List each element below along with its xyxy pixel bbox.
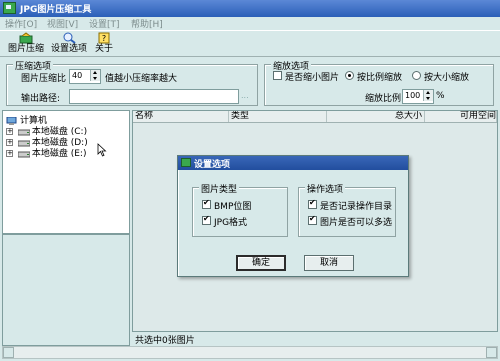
operation-options-title: 操作选项 [305, 182, 346, 195]
menu-help[interactable]: 帮助[H] [131, 17, 163, 30]
window-title: JPG图片压缩工具 [20, 5, 92, 15]
settings-dialog: 设置选项 图片类型 BMP位图 JPG格式 操作选项 是否记录操作目录 图片是否… [177, 155, 409, 277]
expand-icon[interactable]: + [6, 128, 13, 135]
percent-sign: % [436, 91, 445, 101]
record-dir-label: 是否记录操作目录 [320, 202, 393, 212]
preview-panel [2, 234, 130, 346]
status-text: 共选中0张图片 [135, 336, 195, 346]
compress-options-group: 压缩选项 图片压缩比 40 值越小压缩率越大 输出路径: ... [6, 59, 258, 106]
compress-ratio-value: 40 [72, 71, 83, 80]
title-bar[interactable]: JPG图片压缩工具 [0, 0, 500, 17]
menu-operate[interactable]: 操作[O] [5, 17, 37, 30]
image-types-title: 图片类型 [199, 182, 240, 195]
cancel-button[interactable]: 取消 [304, 255, 354, 271]
spinner-arrows-icon[interactable] [423, 90, 433, 101]
scale-ratio-spinner[interactable]: 100 [402, 89, 434, 104]
ok-button[interactable]: 确定 [236, 255, 286, 271]
column-name[interactable]: 名称 [133, 111, 229, 122]
horizontal-scrollbar[interactable] [2, 346, 498, 359]
compress-ratio-label: 图片压缩比 [21, 74, 67, 84]
operation-options-group: 操作选项 是否记录操作目录 图片是否可以多选 [298, 182, 396, 237]
dialog-title: 设置选项 [194, 160, 231, 170]
menu-view[interactable]: 视图[V] [47, 17, 78, 30]
scale-ratio-label: 缩放比例 [365, 94, 402, 104]
compress-button[interactable]: 图片压缩 [6, 32, 46, 57]
tree-drive-e[interactable]: + 本地磁盘 (E:) [6, 146, 86, 159]
menu-settings[interactable]: 设置[T] [89, 17, 120, 30]
column-type[interactable]: 类型 [229, 111, 327, 122]
toolbar: 图片压缩 设置选项 ? 关于 [0, 30, 500, 57]
bmp-checkbox[interactable] [202, 198, 211, 209]
output-path-input[interactable] [69, 89, 239, 104]
scroll-right-icon[interactable] [486, 347, 497, 358]
size-label: 按大小缩放 [424, 73, 470, 83]
bmp-label: BMP位图 [214, 202, 252, 212]
status-bar: 共选中0张图片 [132, 332, 498, 346]
column-total-size[interactable]: 总大小 [327, 111, 425, 122]
app-icon [3, 2, 16, 14]
image-types-group: 图片类型 BMP位图 JPG格式 [192, 182, 288, 237]
dialog-title-bar[interactable]: 设置选项 [178, 156, 408, 170]
shrink-checkbox[interactable] [273, 71, 282, 80]
scale-options-group: 缩放选项 是否缩小图片 按比例缩放 按大小缩放 缩放比例 100 % [264, 59, 494, 106]
multi-select-checkbox[interactable] [308, 214, 317, 225]
settings-button[interactable]: 设置选项 [49, 32, 89, 57]
settings-icon [63, 32, 76, 44]
compress-ratio-spinner[interactable]: 40 [69, 69, 101, 84]
output-path-label: 输出路径: [21, 94, 61, 104]
svg-text:?: ? [102, 34, 106, 43]
spinner-arrows-icon[interactable] [90, 70, 100, 81]
proportional-label: 按比例缩放 [357, 73, 403, 83]
folder-tree[interactable]: 计算机 + 本地磁盘 (C:) + 本地磁盘 (D:) + 本地磁盘 (E:) [2, 110, 130, 234]
drive-e-label: 本地磁盘 (E:) [31, 149, 87, 159]
record-dir-checkbox[interactable] [308, 198, 317, 209]
jpg-label: JPG格式 [214, 218, 248, 228]
scale-ratio-value: 100 [405, 91, 421, 100]
shrink-label: 是否缩小图片 [285, 73, 340, 83]
settings-label: 设置选项 [50, 44, 87, 54]
about-label: 关于 [94, 44, 113, 54]
size-radio[interactable] [412, 71, 421, 80]
about-button[interactable]: ? 关于 [92, 32, 116, 57]
column-free-space[interactable]: 可用空间 [425, 111, 497, 122]
compress-label: 图片压缩 [7, 44, 44, 54]
dialog-app-icon [181, 158, 191, 167]
menu-bar: 操作[O] 视图[V] 设置[T] 帮助[H] [0, 17, 500, 30]
compress-icon [19, 32, 33, 44]
proportional-radio[interactable] [345, 71, 354, 80]
drive-icon [17, 151, 30, 157]
expand-icon[interactable]: + [6, 139, 13, 146]
mouse-cursor-icon [97, 143, 107, 157]
list-header: 名称 类型 总大小 可用空间 [133, 111, 497, 123]
compress-ratio-hint: 值越小压缩率越大 [105, 74, 178, 84]
expand-icon[interactable]: + [6, 150, 13, 157]
about-icon: ? [98, 32, 110, 44]
multi-select-label: 图片是否可以多选 [320, 218, 393, 228]
browse-button[interactable]: ... [241, 91, 249, 100]
scroll-left-icon[interactable] [3, 347, 14, 358]
jpg-checkbox[interactable] [202, 214, 211, 225]
